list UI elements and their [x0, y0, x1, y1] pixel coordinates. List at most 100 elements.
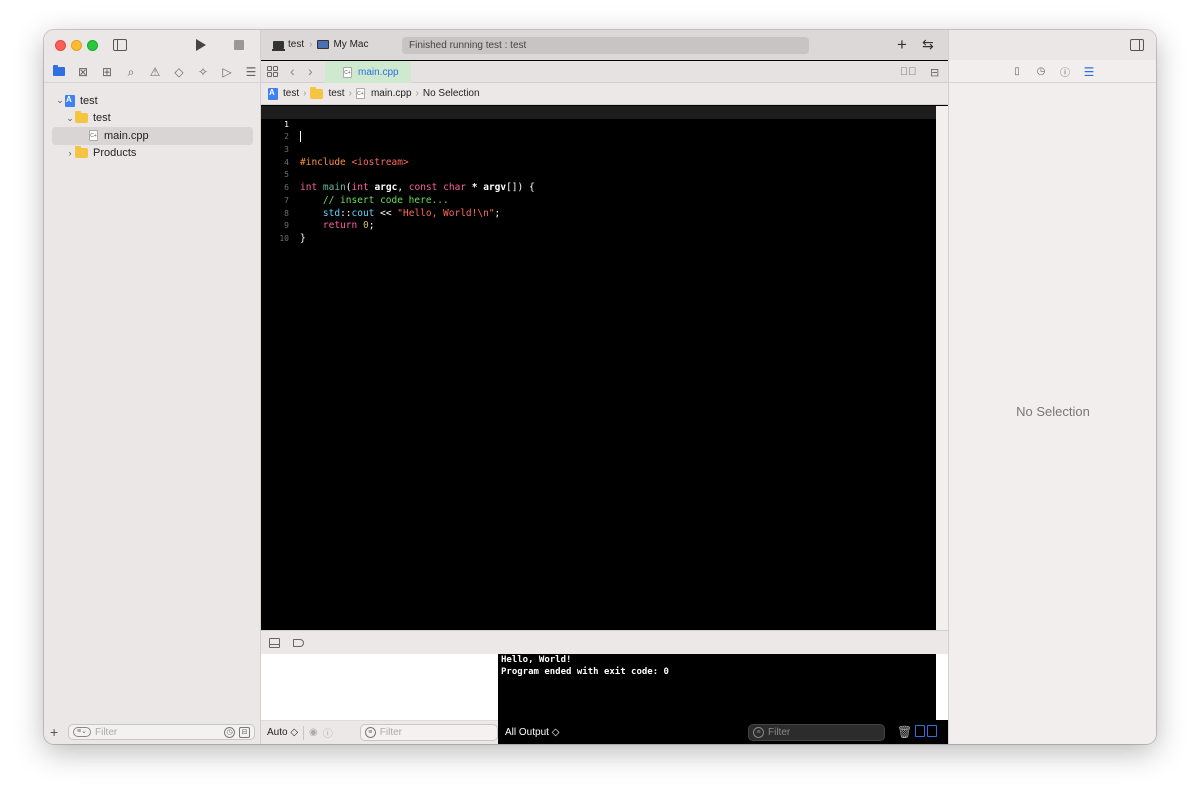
tree-item-project[interactable]: ⌄ test [44, 92, 261, 110]
scheme-icon [272, 40, 285, 51]
code-line: 7 std::cout << "Hello, World!\n"; [261, 182, 936, 219]
project-navigator-tab[interactable] [51, 64, 67, 80]
find-navigator-tab[interactable]: ⌕ [123, 64, 139, 80]
tree-item-label: test [80, 94, 98, 107]
tab-main-cpp[interactable]: C+ main.cpp [325, 61, 411, 83]
breadcrumb-file[interactable]: main.cpp [371, 88, 412, 99]
navigator-filter-bar: + ≡⌄ Filter ◷ ⊟ [44, 720, 261, 744]
eye-icon[interactable]: ◉ [309, 727, 318, 738]
forward-button[interactable]: › [308, 63, 313, 79]
code-review-icon[interactable]: ⇆ [922, 36, 934, 53]
filter-icon: ≡ [753, 727, 764, 738]
code-line: 1 [261, 106, 936, 143]
filter-placeholder: Filter [95, 726, 118, 738]
tree-item-products[interactable]: › Products [44, 145, 261, 163]
code-line: 9 } [261, 208, 936, 244]
add-file-button[interactable]: + [50, 724, 62, 740]
breadcrumb-folder[interactable]: test [328, 88, 344, 99]
code-line: 2 [261, 119, 936, 141]
stop-button[interactable] [234, 40, 244, 50]
recent-files-icon[interactable]: ◷ [224, 726, 235, 738]
console-scrollbar[interactable] [936, 654, 948, 720]
tree-item-label: test [93, 112, 111, 125]
debug-navigator-tab[interactable]: ✧ [195, 64, 211, 80]
tree-item-main-cpp[interactable]: C+ main.cpp [52, 127, 253, 145]
breadcrumb-symbol[interactable]: No Selection [423, 88, 480, 99]
console-layout-toggle[interactable] [915, 725, 937, 737]
chevron-down-icon[interactable]: ⌄ [65, 113, 75, 124]
symbol-navigator-tab[interactable]: ⊞ [99, 64, 115, 80]
inspector-toggle-icon[interactable] [1130, 39, 1144, 51]
attributes-inspector-tab[interactable]: ☰ [1083, 65, 1095, 79]
show-console-icon[interactable] [927, 725, 937, 737]
filter-placeholder: Filter [379, 727, 403, 738]
file-tree: ⌄ test ⌄ test C+ main.cpp › Products [44, 92, 261, 162]
scheme-name: test [288, 39, 305, 50]
navigator-tabs: ⊠ ⊞ ⌕ ⚠ ◇ ✧ ▷ ☰ [44, 61, 261, 83]
folder-icon [310, 86, 324, 99]
issue-navigator-tab[interactable]: ⚠ [147, 64, 163, 80]
folder-icon [75, 111, 88, 124]
editor-scrollbar[interactable] [936, 106, 948, 630]
divider [303, 725, 305, 740]
source-control-tab[interactable]: ⊠ [75, 64, 91, 80]
output-select[interactable]: All Output ◇ [505, 727, 559, 738]
scheme-selector[interactable]: test › My Mac [272, 39, 369, 51]
chevron-down-icon[interactable]: ⌄ [55, 95, 65, 106]
tree-item-folder-test[interactable]: ⌄ test [44, 110, 261, 128]
chevron-right-icon[interactable]: › [65, 148, 75, 158]
jump-bar: test › test › C+ main.cpp › No Selection [261, 83, 948, 105]
editor-area: test › My Mac Finished running test : te… [261, 30, 948, 744]
source-code-editor[interactable]: 1 2 3 #include <iostream> 4 5 int main(i… [261, 106, 936, 630]
minimize-window-button[interactable] [71, 40, 82, 51]
navigator-filter-field[interactable]: ≡⌄ Filter ◷ ⊟ [68, 724, 255, 740]
zoom-window-button[interactable] [87, 40, 98, 51]
breakpoints-toggle-icon[interactable] [293, 639, 304, 647]
code-line: 5 int main(int argc, const char * argv[]… [261, 157, 936, 193]
add-editor-icon[interactable]: ⊟ [930, 66, 939, 79]
inspector-tabs: ▯ ◷ ⓘ ☰ [949, 61, 1156, 83]
history-inspector-tab[interactable]: ◷ [1035, 66, 1047, 78]
related-items-icon[interactable] [267, 66, 278, 77]
editor-options-icon[interactable]: ☰⃓ [900, 66, 917, 78]
hide-debug-area-icon[interactable] [269, 638, 280, 648]
console-filter-field[interactable]: ≡ Filter [748, 724, 885, 741]
window-toolbar-right [949, 30, 1156, 60]
cpp-file-icon: C+ [355, 88, 365, 99]
console-output[interactable]: Hello, World! Program ended with exit co… [499, 654, 936, 720]
report-navigator-tab[interactable]: ☰ [243, 64, 259, 80]
debug-bar [261, 630, 948, 654]
console-line: Hello, World! [501, 655, 572, 665]
console-line: Program ended with exit code: 0 [501, 666, 669, 677]
file-inspector-tab[interactable]: ▯ [1011, 66, 1023, 78]
xcode-window: ⊠ ⊞ ⌕ ⚠ ◇ ✧ ▷ ☰ ⌄ test ⌄ test C+ main.cp… [44, 30, 1156, 744]
mac-icon [317, 40, 330, 49]
breakpoint-navigator-tab[interactable]: ▷ [219, 64, 235, 80]
source-control-filter-icon[interactable]: ⊟ [239, 726, 250, 738]
run-button[interactable] [196, 39, 206, 51]
info-icon[interactable]: ⓘ [323, 725, 333, 740]
test-navigator-tab[interactable]: ◇ [171, 64, 187, 80]
chevron-right-icon: › [348, 88, 352, 99]
library-plus-button[interactable]: + [897, 35, 907, 55]
navigator-toggle-icon[interactable] [113, 39, 127, 51]
destination-name: My Mac [333, 39, 369, 50]
project-icon [65, 94, 75, 107]
filter-options-icon[interactable]: ≡⌄ [73, 727, 91, 737]
chevron-right-icon: › [303, 88, 307, 99]
variables-scope-select[interactable]: Auto ◇ [267, 727, 298, 738]
quick-help-tab[interactable]: ⓘ [1059, 66, 1071, 79]
back-button[interactable]: ‹ [290, 63, 295, 79]
variables-filter-bar: Auto ◇ ◉ ⓘ ≡ Filter [261, 720, 498, 744]
chevron-right-icon: › [309, 39, 313, 50]
breadcrumb-project[interactable]: test [283, 88, 299, 99]
cpp-file-icon: C+ [343, 66, 352, 78]
close-window-button[interactable] [55, 40, 66, 51]
variables-filter-field[interactable]: ≡ Filter [359, 724, 498, 741]
code-line: 3 #include <iostream> [261, 131, 936, 168]
tree-item-label: Products [93, 147, 137, 160]
folder-icon [75, 146, 88, 159]
window-toolbar-left [44, 30, 261, 60]
show-variables-icon[interactable] [915, 725, 925, 737]
trash-icon[interactable]: 🗑 [897, 725, 912, 739]
